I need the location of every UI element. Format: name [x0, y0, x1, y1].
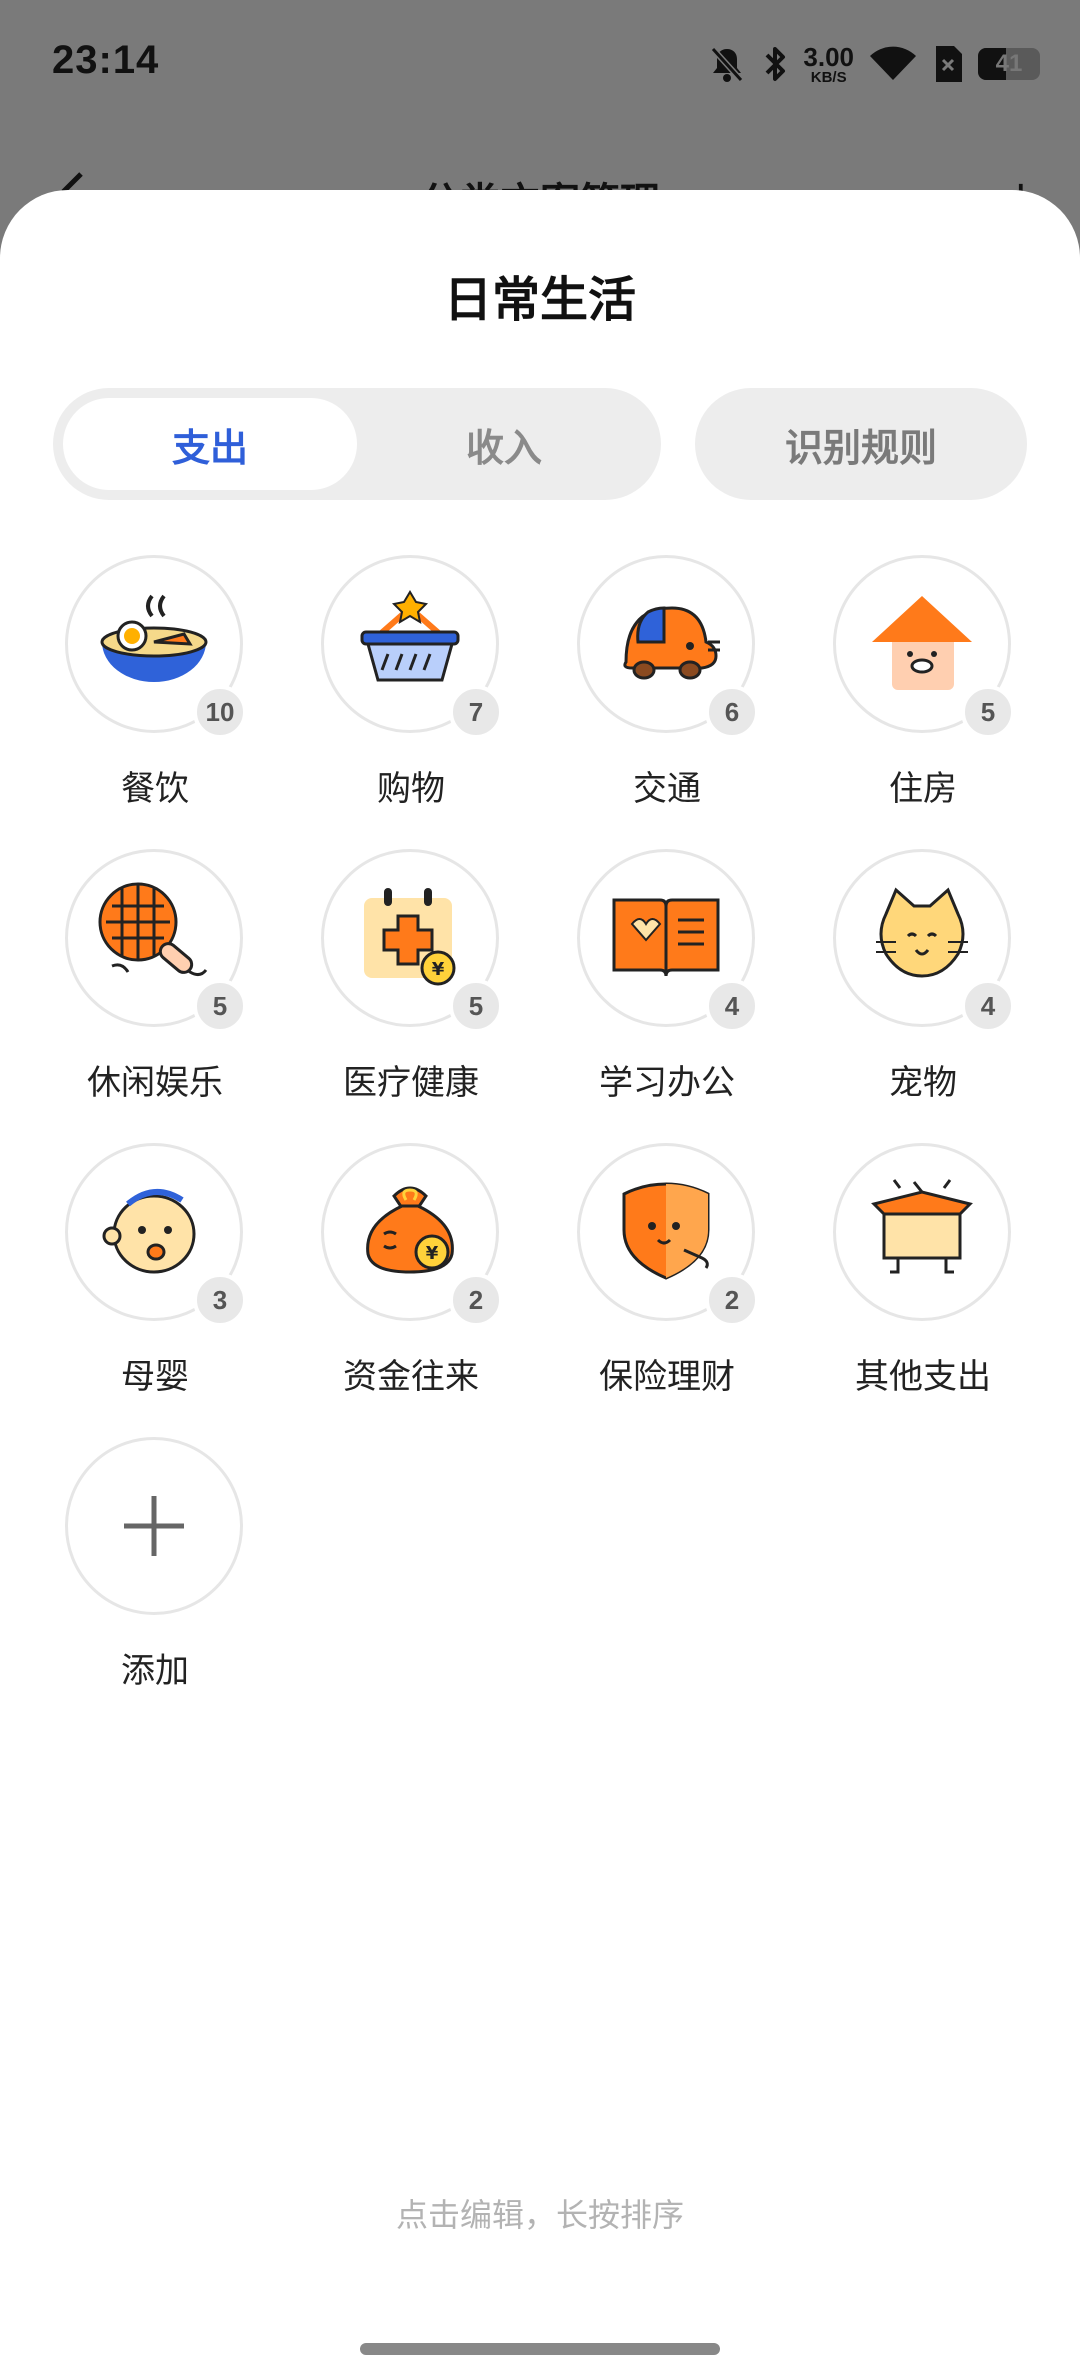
count-badge: 3	[193, 1273, 247, 1327]
category-item[interactable]: 5 休闲娱乐	[0, 849, 256, 1119]
svg-text:¥: ¥	[432, 959, 445, 980]
wifi-icon	[870, 46, 916, 80]
count-badge: 10	[193, 685, 247, 739]
category-label: 宠物	[889, 1063, 957, 1103]
category-icon-circle	[65, 1437, 243, 1615]
category-item[interactable]: 6 交通	[512, 555, 768, 825]
category-label: 添加	[121, 1651, 189, 1691]
category-item[interactable]: 4 学习办公	[512, 849, 768, 1119]
edit-sort-hint: 点击编辑，长按排序	[395, 2196, 684, 2234]
count-badge: 4	[705, 979, 759, 1033]
net-speed: 3.00 KB/S	[803, 44, 854, 85]
count-badge: 2	[449, 1273, 503, 1327]
count-badge: 5	[193, 979, 247, 1033]
cat-icon	[876, 887, 968, 978]
count-badge: 2	[705, 1273, 759, 1327]
net-speed-unit: KB/S	[810, 68, 847, 86]
type-segmented-control: 支出 收入	[53, 388, 661, 500]
medical-calendar-icon: ¥	[364, 888, 456, 986]
car-icon	[623, 606, 720, 680]
category-item[interactable]: 7 购物	[256, 555, 512, 825]
svg-text:¥: ¥	[426, 1243, 439, 1264]
category-item[interactable]: ¥ 5 医疗健康	[256, 849, 512, 1119]
racket-icon	[98, 882, 208, 977]
noodle-bowl-icon	[100, 594, 208, 682]
count-badge: 4	[961, 979, 1015, 1033]
count-badge: 6	[705, 685, 759, 739]
bell-off-icon	[711, 46, 744, 83]
sheet-title: 日常生活	[443, 272, 636, 328]
category-item[interactable]: 其他支出	[768, 1143, 1024, 1413]
open-box-icon	[871, 1179, 973, 1274]
net-speed-value: 3.00	[803, 41, 854, 72]
category-item[interactable]: 4 宠物	[768, 849, 1024, 1119]
baby-icon	[102, 1189, 196, 1274]
house-icon	[872, 596, 972, 690]
status-bar: 23:14 3.00 KB/S 41	[0, 0, 1080, 130]
category-item[interactable]: 2 保险理财	[512, 1143, 768, 1413]
shopping-basket-icon	[360, 590, 460, 682]
category-item[interactable]: 3 母婴	[0, 1143, 256, 1413]
home-indicator[interactable]	[360, 2343, 720, 2355]
count-badge: 7	[449, 685, 503, 739]
category-item[interactable]: ¥ 2 资金往来	[256, 1143, 512, 1413]
open-book-icon	[612, 898, 720, 977]
recognition-rules-button[interactable]: 识别规则	[695, 388, 1027, 500]
add-category-button[interactable]: 添加	[0, 1437, 256, 1707]
tab-income[interactable]: 收入	[357, 398, 651, 490]
status-time: 23:14	[52, 38, 160, 82]
count-badge: 5	[961, 685, 1015, 739]
bluetooth-icon	[765, 47, 786, 81]
category-item[interactable]: 5 住房	[768, 555, 1024, 825]
battery-level: 41	[995, 50, 1023, 77]
plus-icon	[124, 1496, 184, 1556]
tab-expense[interactable]: 支出	[63, 398, 357, 490]
status-icons: 3.00 KB/S 41	[707, 40, 1040, 88]
shield-icon	[622, 1182, 710, 1280]
money-bag-icon: ¥	[366, 1186, 454, 1274]
battery-icon: 41	[978, 48, 1040, 80]
category-sheet: 日常生活 支出 收入 识别规则 10 餐饮 7 购物 6 交通 5 住房 5 休…	[0, 190, 1080, 2376]
category-label: 住房	[889, 769, 957, 809]
category-item[interactable]: 10 餐饮	[0, 555, 256, 825]
category-label: 其他支出	[855, 1357, 991, 1397]
count-badge: 5	[449, 979, 503, 1033]
sim-off-icon	[936, 46, 962, 82]
category-icon-circle	[833, 1143, 1011, 1321]
